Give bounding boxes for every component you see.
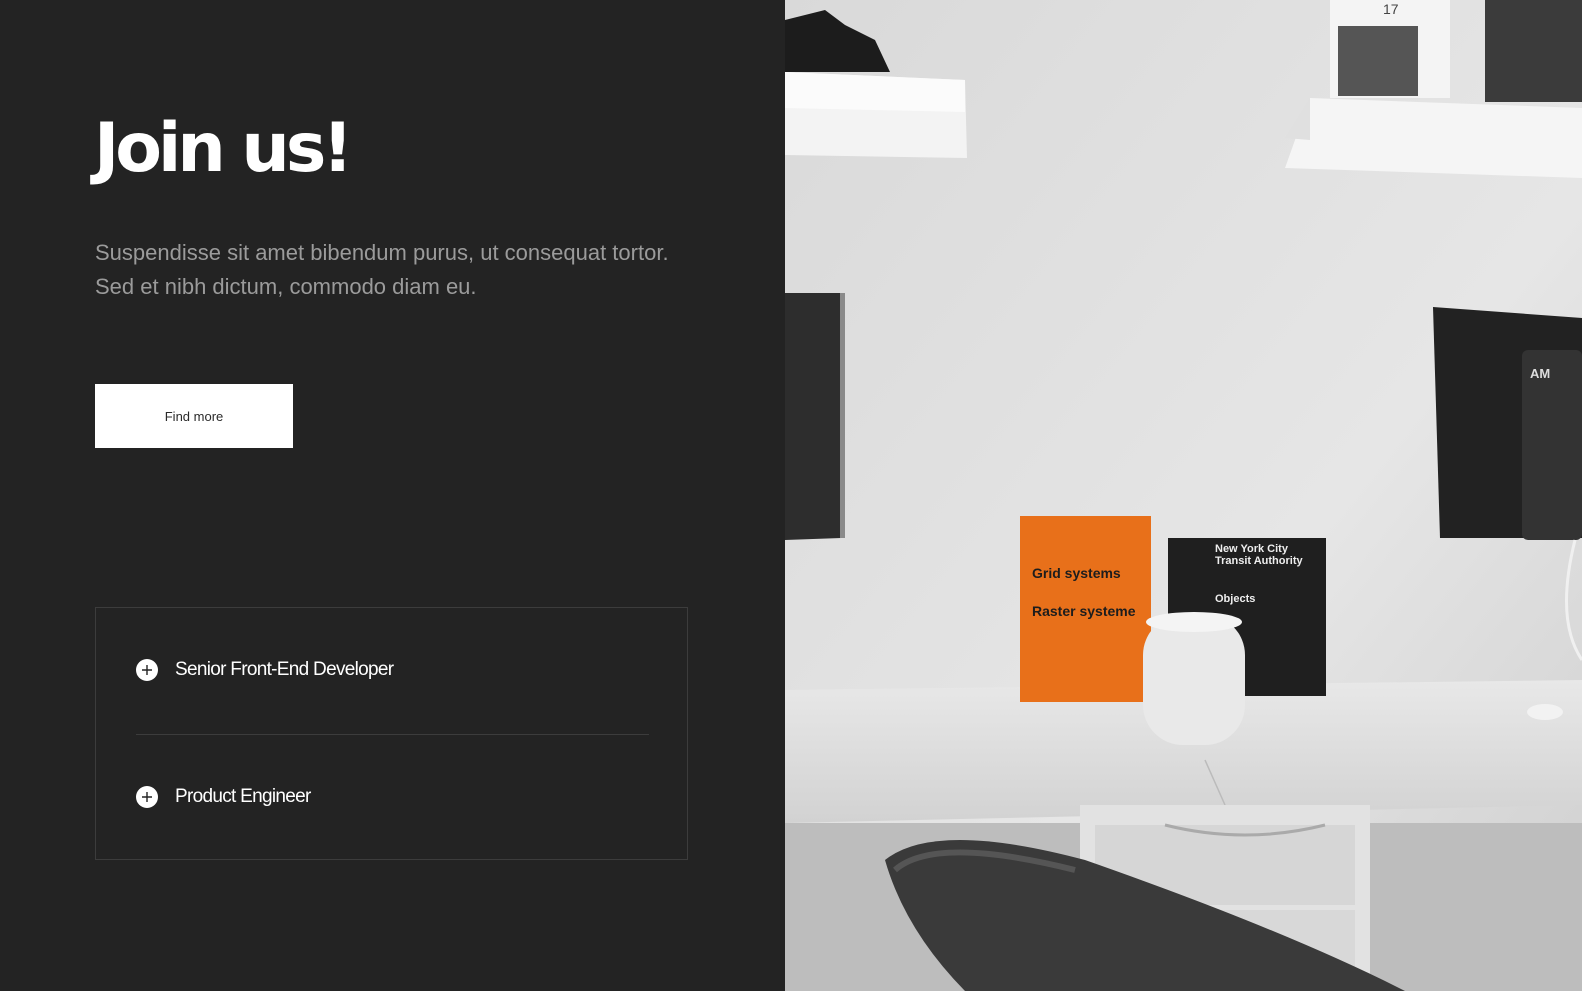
job-title: Product Engineer — [175, 786, 311, 807]
right-shelf — [1285, 98, 1582, 178]
desk-photo-illustration: 17 AM Grid systems Raster systeme New Yo… — [785, 0, 1582, 991]
left-monitor — [785, 293, 845, 540]
page-subtitle: Suspendisse sit amet bibendum purus, ut … — [95, 240, 669, 299]
job-divider — [136, 734, 649, 735]
page-title: Join us! — [94, 109, 353, 188]
job-title: Senior Front-End Developer — [175, 659, 394, 680]
find-more-button[interactable]: Find more — [95, 384, 293, 448]
job-list: Senior Front-End Developer Product Engin… — [95, 607, 688, 860]
job-item-product-engineer[interactable]: Product Engineer — [136, 786, 311, 808]
svg-text:New York City: New York City — [1215, 543, 1289, 555]
job-item-senior-front-end-developer[interactable]: Senior Front-End Developer — [136, 659, 394, 681]
svg-text:Raster systeme: Raster systeme — [1032, 603, 1136, 619]
svg-text:AM: AM — [1530, 366, 1550, 381]
careers-page: Join us! Suspendisse sit amet bibendum p… — [0, 0, 1582, 991]
svg-text:Objects: Objects — [1215, 593, 1255, 605]
svg-text:Grid systems: Grid systems — [1032, 565, 1121, 581]
svg-text:17: 17 — [1383, 1, 1399, 17]
careers-panel: Join us! Suspendisse sit amet bibendum p… — [0, 0, 785, 991]
picture-frame-dark — [1485, 0, 1582, 102]
svg-text:Transit Authority: Transit Authority — [1215, 555, 1303, 567]
smart-speaker — [1143, 615, 1245, 745]
plus-circle-icon — [136, 659, 158, 681]
plus-circle-icon — [136, 786, 158, 808]
desk-photo: 17 AM Grid systems Raster systeme New Yo… — [785, 0, 1582, 991]
